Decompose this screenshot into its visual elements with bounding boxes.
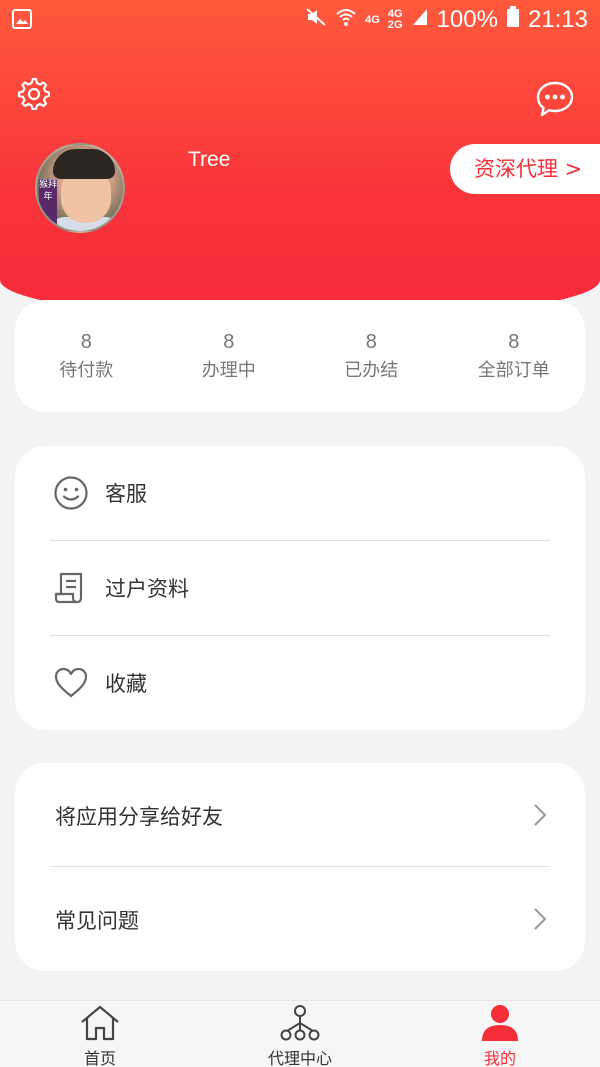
smiley-icon: [53, 475, 89, 515]
order-pending-payment[interactable]: 8 待付款: [15, 300, 158, 412]
username: Tree: [188, 148, 231, 171]
order-count: 8: [508, 331, 520, 353]
battery-icon: [506, 6, 520, 34]
tab-label: 代理中心: [267, 1049, 332, 1067]
order-label: 待付款: [59, 360, 114, 381]
tab-agent-center[interactable]: 代理中心: [200, 1001, 400, 1067]
avatar-hair: [53, 149, 115, 179]
network-type-label: 4G: [365, 13, 380, 26]
menu-item-label: 过户资料: [105, 577, 189, 601]
clock: 21:13: [527, 6, 588, 33]
menu-item-label: 客服: [105, 482, 147, 506]
document-icon: [53, 570, 89, 610]
chevron-right-icon: [533, 803, 547, 831]
chevron-right-icon: [533, 907, 547, 935]
gear-icon[interactable]: [16, 76, 51, 114]
menu-item-favorites[interactable]: 收藏: [15, 636, 585, 730]
status-bar: 4G 4G 2G 100% 21:13: [0, 0, 600, 40]
wifi-icon: [335, 6, 357, 34]
mute-icon: [305, 6, 327, 34]
order-count: 8: [80, 331, 92, 353]
tab-home[interactable]: 首页: [0, 1001, 200, 1067]
chat-bubble-icon[interactable]: [536, 80, 574, 122]
signal-icon: [411, 7, 429, 33]
order-count: 8: [223, 331, 235, 353]
network-type-label: 2G: [387, 19, 403, 31]
order-label: 已办结: [344, 360, 399, 381]
share-app-row[interactable]: 将应用分享给好友: [15, 763, 585, 866]
network-stack: 4G 2G: [388, 9, 403, 31]
menu-item-label: 收藏: [105, 672, 147, 696]
order-label: 办理中: [201, 360, 256, 381]
menu-item-transfer-documents[interactable]: 过户资料: [15, 541, 585, 635]
avatar-sticker: 猴拜年: [39, 179, 57, 229]
agent-level-button[interactable]: 资深代理 >: [450, 144, 600, 194]
menu-item-customer-service[interactable]: 客服: [15, 446, 585, 540]
tab-label: 我的: [483, 1049, 516, 1067]
share-app-label: 将应用分享给好友: [55, 805, 223, 829]
orders-card: 8 待付款 8 办理中 8 已办结 8 全部订单: [15, 300, 585, 412]
order-completed[interactable]: 8 已办结: [300, 300, 443, 412]
order-in-progress[interactable]: 8 办理中: [158, 300, 301, 412]
avatar[interactable]: 猴拜年: [35, 143, 125, 233]
person-icon: [478, 1003, 522, 1047]
menu-card: 客服 过户资料 收藏: [15, 446, 585, 730]
tab-label: 首页: [83, 1049, 116, 1067]
order-all[interactable]: 8 全部订单: [443, 300, 586, 412]
faq-label: 常见问题: [55, 909, 139, 933]
faq-row[interactable]: 常见问题: [15, 867, 585, 970]
gallery-notification-icon: [12, 9, 32, 35]
order-count: 8: [365, 331, 377, 353]
more-card: 将应用分享给好友 常见问题: [15, 763, 585, 971]
tab-mine[interactable]: 我的: [400, 1001, 600, 1067]
battery-percent: 100%: [436, 6, 498, 33]
heart-icon: [53, 665, 89, 705]
home-icon: [78, 1003, 122, 1047]
network-icon: [278, 1003, 322, 1047]
bottom-tab-bar: 首页 代理中心 我的: [0, 1000, 600, 1067]
order-label: 全部订单: [477, 360, 550, 381]
